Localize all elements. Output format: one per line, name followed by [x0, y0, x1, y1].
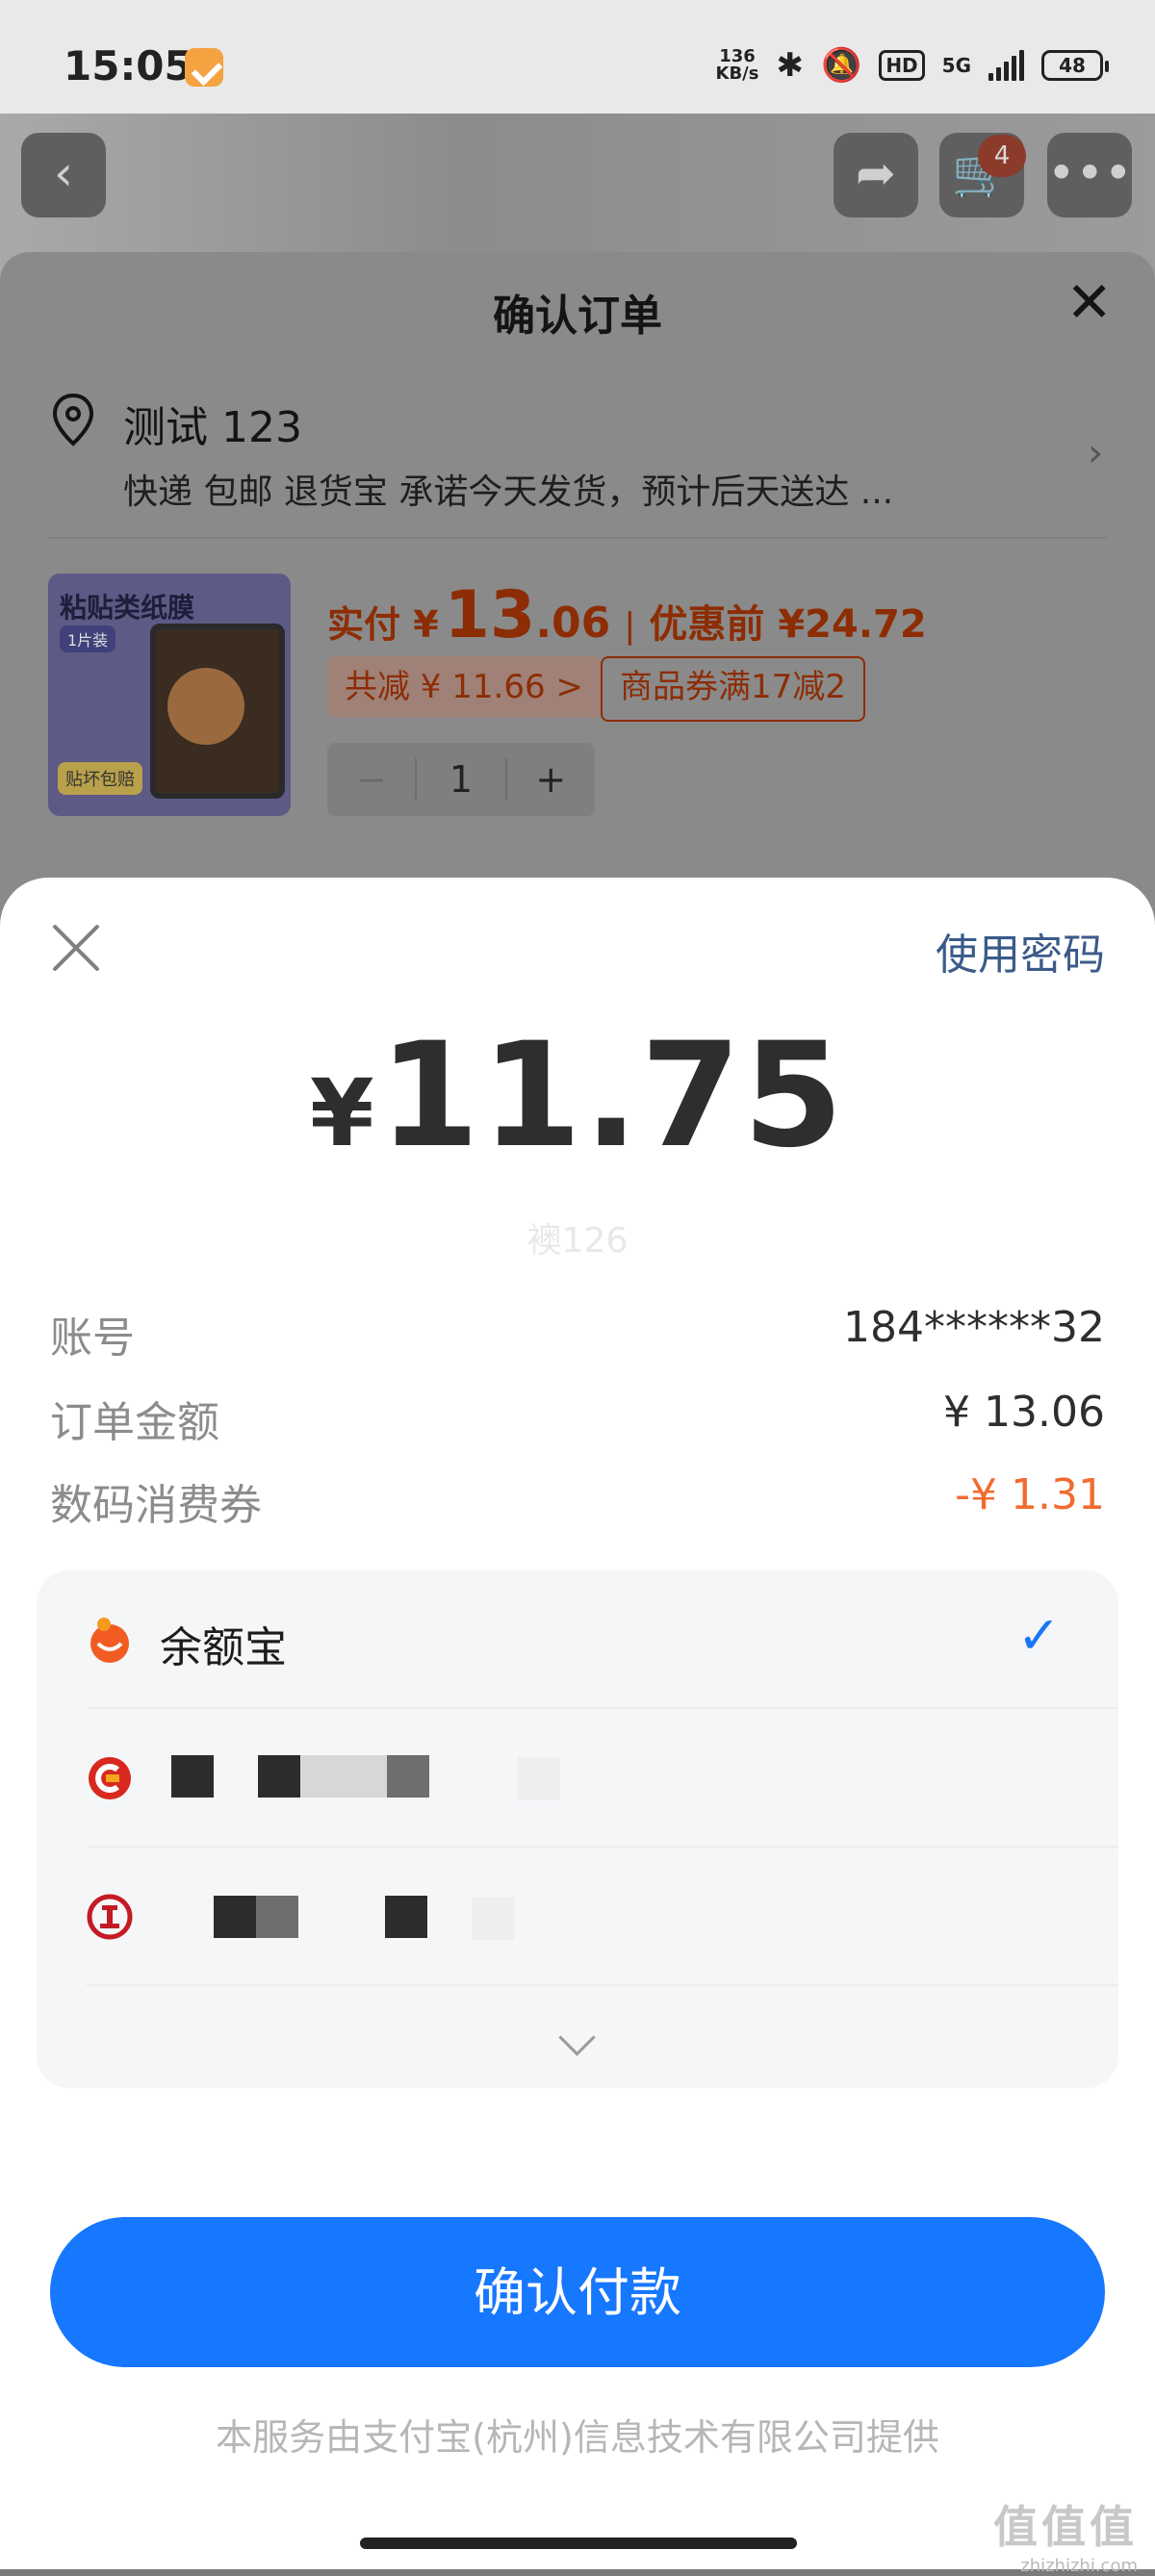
signal-icon	[988, 50, 1024, 81]
battery-icon: 48	[1041, 50, 1109, 81]
address-name[interactable]: 测试 123	[123, 393, 302, 454]
masked-text	[171, 1755, 214, 1798]
chevron-down-icon[interactable]	[556, 2023, 599, 2065]
confirm-payment-button[interactable]: 确认付款	[50, 2217, 1105, 2367]
payment-methods-list: 余额宝 ✓	[37, 1570, 1118, 2088]
payment-method-yuebao[interactable]: 余额宝 ✓	[37, 1570, 1118, 1707]
divider	[87, 1984, 1118, 1986]
network-type: 5G	[941, 54, 971, 77]
payment-sheet: 使用密码 ¥ 11.75 襖126 账号 184******32 订单金额 ¥ …	[0, 878, 1155, 2569]
chevron-right-icon[interactable]: ›	[1088, 431, 1103, 475]
quantity-minus-button[interactable]: −	[327, 758, 415, 801]
before-discount-price: 优惠前 ¥24.72	[649, 602, 927, 647]
masked-text	[214, 1896, 256, 1938]
masked-text	[472, 1898, 514, 1940]
site-watermark: 值值值 zhizhizhi.com	[993, 2492, 1138, 2576]
message-icon[interactable]: •••	[1047, 133, 1132, 217]
order-title: 确认订单	[493, 292, 662, 341]
hd-icon: HD	[879, 50, 925, 81]
price-separator: |	[624, 606, 636, 646]
total-discount-chip[interactable]: 共减 ¥ 11.66 >	[327, 656, 601, 718]
coupon-discount-value: -¥ 1.31	[955, 1470, 1105, 1519]
order-confirm-sheet: 确认订单 ✕ 测试 123 快递 包邮 退货宝 承诺今天发货，预计后天送达 ..…	[0, 252, 1155, 945]
order-amount-value: ¥ 13.06	[943, 1388, 1105, 1437]
account-row: 账号 184******32	[50, 1303, 1105, 1363]
coupon-discount-row[interactable]: 数码消费券 -¥ 1.31	[50, 1470, 1105, 1530]
actual-pay-integer: 13	[444, 577, 536, 653]
quantity-plus-button[interactable]: +	[507, 758, 595, 801]
close-icon[interactable]: ✕	[1065, 273, 1113, 331]
home-indicator[interactable]	[360, 2538, 797, 2549]
masked-text	[518, 1757, 560, 1799]
product-image[interactable]: 粘贴类纸膜 1片装 贴坏包赔	[48, 574, 291, 816]
network-speed: 136 KB/s	[716, 48, 759, 83]
watermark-logo: 值值值	[993, 2501, 1138, 2553]
service-provider-text: 本服务由支付宝(杭州)信息技术有限公司提供	[216, 2416, 939, 2459]
status-bar: 15:05 136 KB/s ✱ 🔕 HD 5G 48	[0, 0, 1155, 114]
bank-card-icon	[89, 1757, 131, 1799]
mute-icon: 🔕	[820, 46, 862, 85]
masked-text	[300, 1755, 387, 1798]
order-amount-row: 订单金额 ¥ 13.06	[50, 1388, 1105, 1447]
masked-text	[387, 1755, 429, 1798]
actual-pay-decimal: .06	[535, 599, 611, 648]
payment-method-name: 余额宝	[160, 1623, 287, 1672]
delivery-info[interactable]: 快递 包邮 退货宝 承诺今天发货，预计后天送达 ...	[123, 464, 893, 514]
tablet-illustration	[150, 624, 285, 799]
payment-method-bank-card-1[interactable]	[37, 1709, 1118, 1846]
masked-text	[258, 1755, 300, 1798]
faint-text: 襖126	[526, 1221, 629, 1261]
quantity-stepper: − 1 +	[327, 743, 595, 816]
cart-count-badge: 4	[978, 135, 1026, 177]
divider	[48, 537, 1107, 539]
yuebao-icon	[90, 1618, 129, 1663]
actual-pay-label: 实付 ¥	[327, 603, 439, 646]
status-indicators: 136 KB/s ✱ 🔕 HD 5G 48	[716, 46, 1109, 85]
product-image-title: 粘贴类纸膜	[60, 592, 195, 624]
account-label: 账号	[50, 1314, 135, 1363]
quantity-value[interactable]: 1	[415, 758, 507, 801]
location-pin-icon	[52, 393, 94, 446]
watermark-url: zhizhizhi.com	[1020, 2556, 1138, 2576]
masked-text	[256, 1896, 298, 1938]
close-icon[interactable]	[50, 922, 102, 974]
payment-method-bank-card-2[interactable]	[37, 1848, 1118, 1984]
actual-pay-price: 实付 ¥ 13 .06 | 优惠前 ¥24.72	[327, 577, 927, 653]
amount-currency: ¥	[309, 1059, 374, 1167]
status-time: 15:05	[64, 42, 192, 89]
back-icon[interactable]: ‹	[21, 133, 106, 217]
net-speed-unit: KB/s	[715, 64, 759, 84]
check-icon: ✓	[1016, 1605, 1061, 1666]
share-icon[interactable]: ➦	[834, 133, 918, 217]
bank-card-icon	[87, 1894, 133, 1940]
coupon-chip[interactable]: 商品券满17减2	[601, 656, 865, 722]
coupon-discount-label: 数码消费券	[50, 1481, 262, 1530]
product-image-badge: 贴坏包赔	[58, 762, 142, 795]
notification-app-icon	[185, 48, 223, 87]
bluetooth-icon: ✱	[776, 46, 804, 85]
account-value: 184******32	[843, 1303, 1105, 1352]
use-password-link[interactable]: 使用密码	[936, 920, 1105, 982]
payment-amount: ¥ 11.75	[0, 1012, 1155, 1180]
product-image-tag: 1片装	[60, 625, 116, 652]
order-amount-label: 订单金额	[50, 1398, 219, 1447]
amount-value: 11.75	[378, 1012, 846, 1180]
masked-text	[385, 1896, 427, 1938]
